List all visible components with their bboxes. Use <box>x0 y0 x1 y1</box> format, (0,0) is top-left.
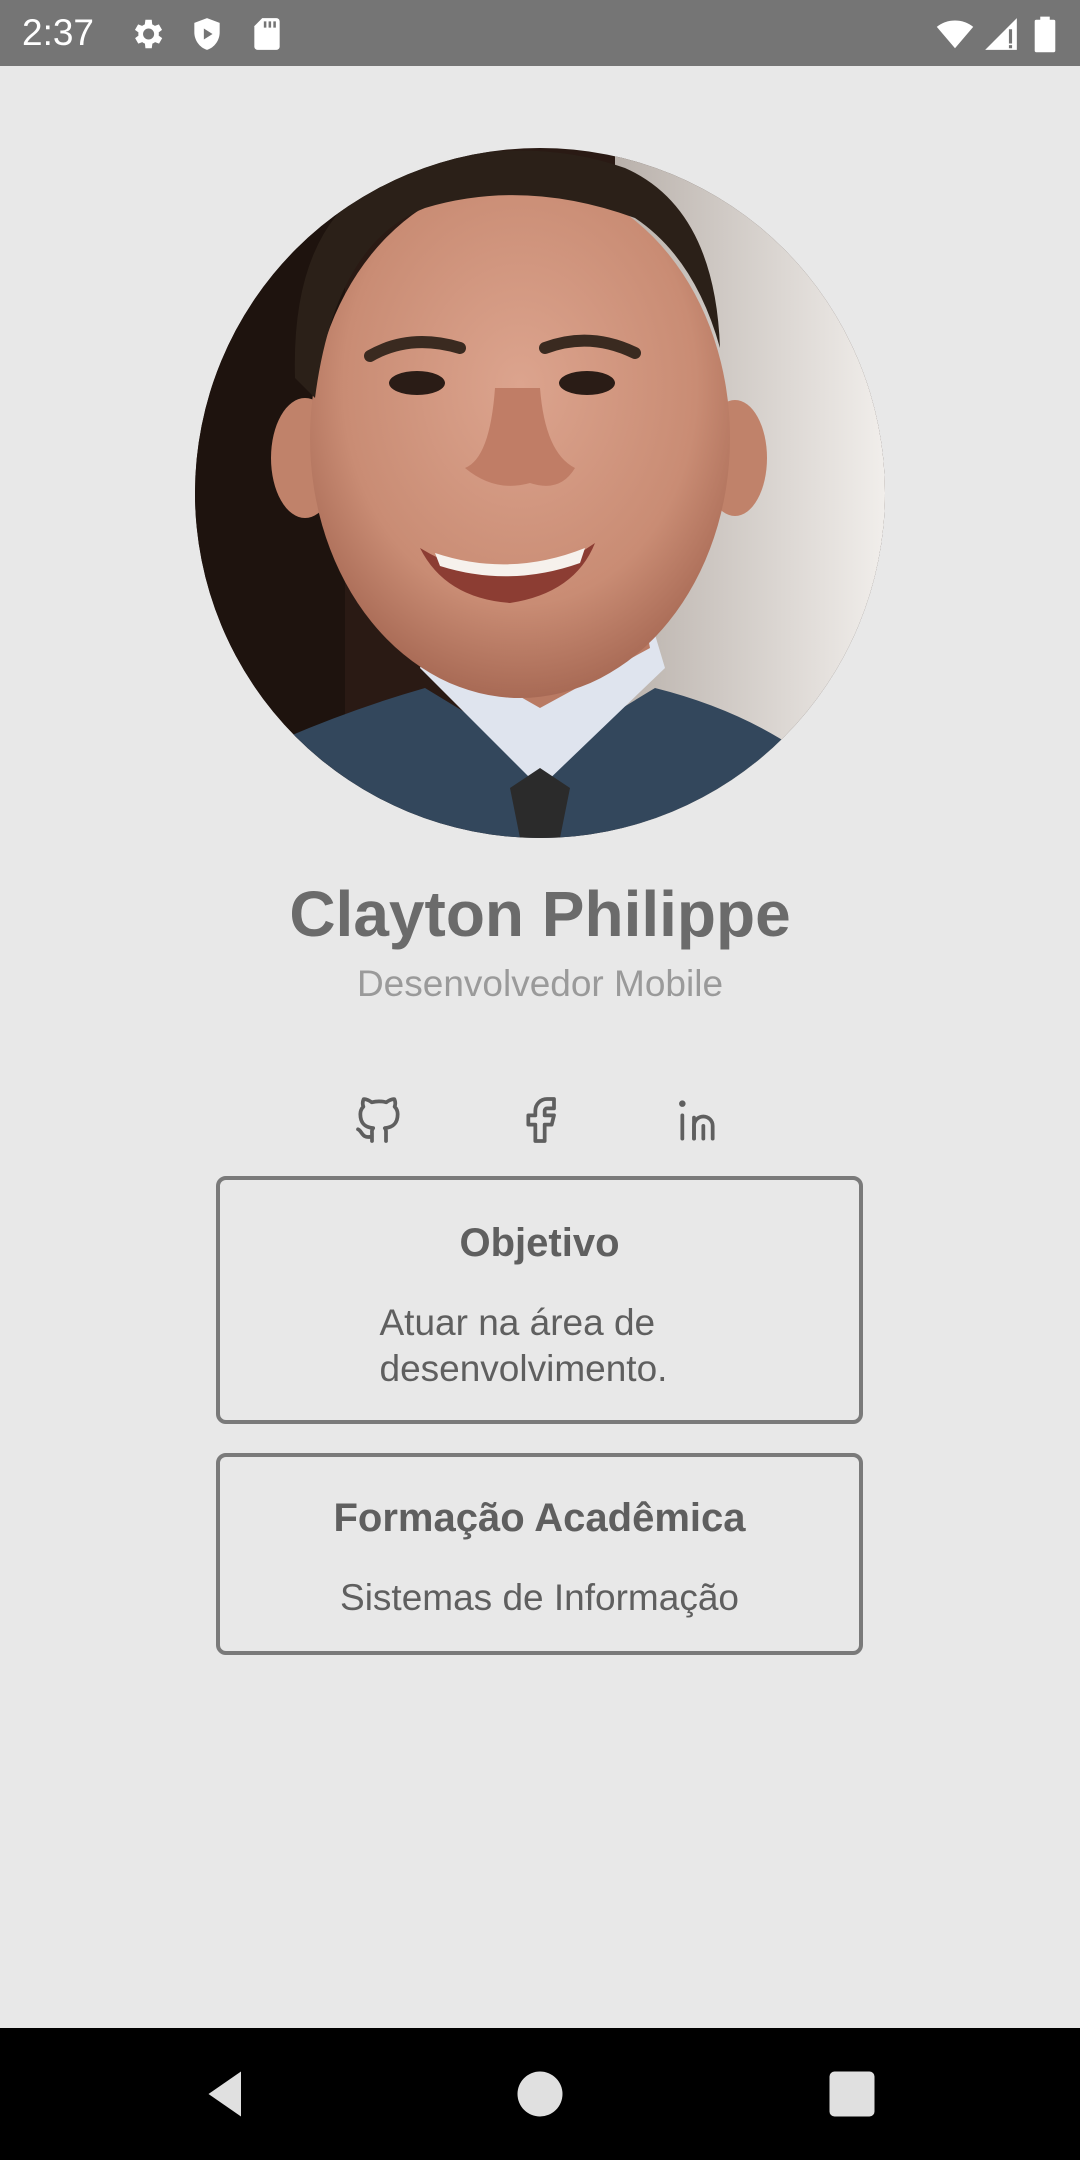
wifi-icon <box>936 20 974 49</box>
education-text: Sistemas de Informação <box>340 1577 739 1618</box>
status-time: 2:37 <box>22 12 95 53</box>
status-bar: 2:37 <box>0 0 1080 66</box>
facebook-icon[interactable] <box>512 1092 568 1148</box>
education-card: Formação Acadêmica Sistemas de Informaçã… <box>216 1453 863 1655</box>
recents-icon[interactable] <box>822 2064 882 2124</box>
home-icon[interactable] <box>510 2064 570 2124</box>
battery-icon <box>1034 16 1056 53</box>
navigation-bar <box>0 2028 1080 2160</box>
objective-card: Objetivo Atuar na área de desenvolviment… <box>216 1176 863 1424</box>
profile-name: Clayton Philippe <box>289 878 791 950</box>
shield-icon <box>194 18 220 50</box>
app-screen: 2:37 Clayton Philippe Desenvolvedor Mobi… <box>0 0 1080 2160</box>
objective-title: Objetivo <box>459 1221 620 1265</box>
back-icon[interactable] <box>196 2064 256 2124</box>
sd-card-icon <box>254 18 280 50</box>
profile-role: Desenvolvedor Mobile <box>356 963 724 1004</box>
education-title: Formação Acadêmica <box>333 1496 746 1540</box>
github-icon[interactable] <box>351 1092 407 1148</box>
gear-icon <box>134 19 163 49</box>
signal-icon <box>985 18 1017 50</box>
objective-text: Atuar na área de desenvolvimento. <box>379 1302 668 1389</box>
linkedin-icon[interactable] <box>673 1092 729 1148</box>
profile-photo <box>195 148 885 838</box>
